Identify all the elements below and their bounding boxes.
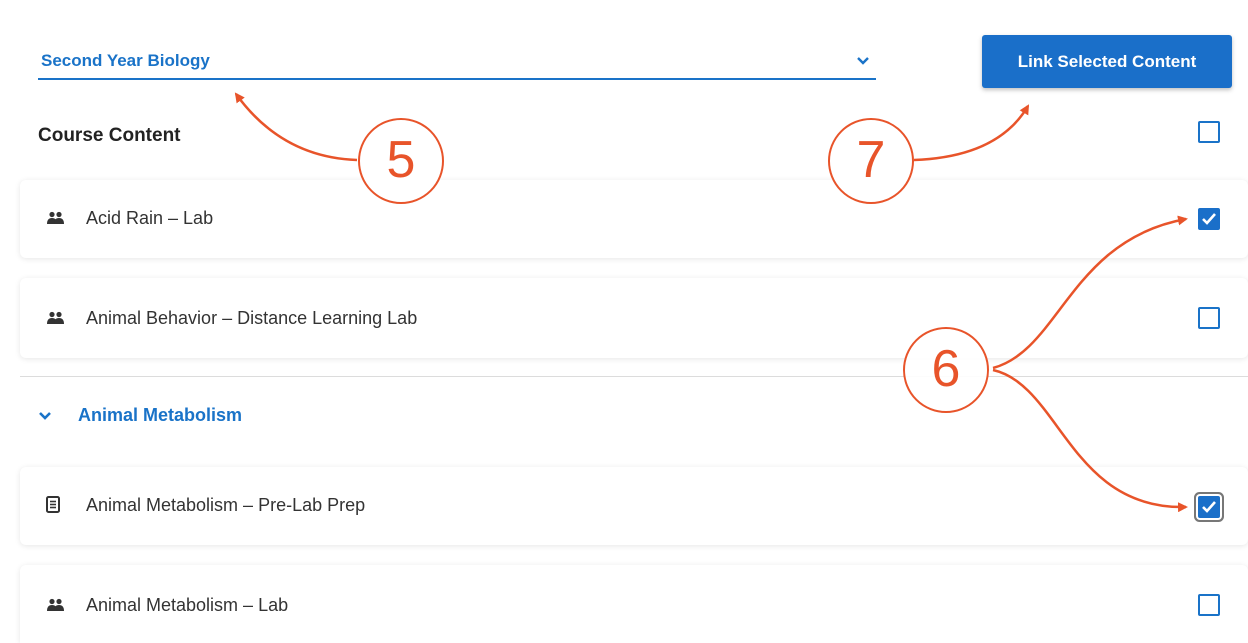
item-checkbox[interactable] bbox=[1198, 208, 1220, 230]
callout-7: 7 bbox=[828, 118, 914, 204]
select-all-checkbox[interactable] bbox=[1198, 121, 1220, 143]
item-checkbox[interactable] bbox=[1198, 496, 1220, 518]
group-icon bbox=[47, 598, 64, 611]
course-select[interactable]: Second Year Biology bbox=[38, 44, 876, 80]
course-select-value: Second Year Biology bbox=[41, 51, 210, 70]
list-item: Animal Metabolism – Lab bbox=[20, 565, 1248, 643]
document-icon bbox=[46, 496, 60, 513]
callout-5: 5 bbox=[358, 118, 444, 204]
checkmark-icon bbox=[1202, 213, 1216, 225]
arrow-7 bbox=[913, 104, 1030, 162]
item-checkbox[interactable] bbox=[1198, 594, 1220, 616]
list-item: Animal Metabolism – Pre-Lab Prep bbox=[20, 467, 1248, 545]
item-label: Acid Rain – Lab bbox=[86, 208, 214, 228]
link-selected-content-button[interactable]: Link Selected Content bbox=[982, 35, 1232, 88]
callout-6: 6 bbox=[903, 327, 989, 413]
item-label: Animal Metabolism – Pre-Lab Prep bbox=[86, 495, 366, 515]
chevron-down-icon bbox=[857, 57, 869, 65]
list-item: Animal Behavior – Distance Learning Lab bbox=[20, 278, 1248, 358]
section-title: Course Content bbox=[38, 125, 181, 146]
group-label: Animal Metabolism bbox=[78, 405, 243, 425]
group-icon bbox=[47, 211, 64, 224]
chevron-down-icon bbox=[39, 412, 51, 420]
item-checkbox[interactable] bbox=[1198, 307, 1220, 329]
group-icon bbox=[47, 311, 64, 324]
arrow-5 bbox=[234, 92, 358, 162]
item-label: Animal Metabolism – Lab bbox=[86, 595, 289, 615]
divider bbox=[20, 376, 1248, 377]
item-label: Animal Behavior – Distance Learning Lab bbox=[86, 308, 418, 328]
list-item: Acid Rain – Lab bbox=[20, 180, 1248, 258]
checkmark-icon bbox=[1202, 501, 1216, 513]
